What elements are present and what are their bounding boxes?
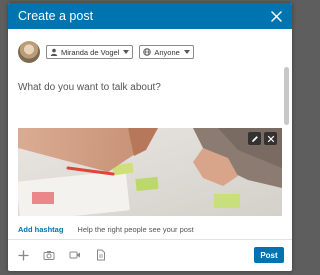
author-selector-label: Miranda de Vogel [61, 47, 120, 57]
close-icon[interactable] [268, 8, 284, 24]
edit-image-button[interactable] [248, 132, 261, 145]
attached-photo [18, 128, 282, 216]
hashtag-help-text: Help the right people see your post [77, 225, 194, 234]
divider [8, 239, 292, 240]
create-post-modal: Create a post Miranda de Vogel Anyone Wh… [8, 3, 292, 271]
document-icon[interactable] [94, 248, 108, 262]
modal-header: Create a post [8, 3, 292, 29]
poster-row: Miranda de Vogel Anyone [18, 39, 200, 65]
remove-image-button[interactable] [264, 132, 277, 145]
author-selector[interactable]: Miranda de Vogel [46, 45, 134, 59]
add-hashtag-link[interactable]: Add hashtag [18, 225, 63, 234]
avatar [18, 41, 40, 63]
pencil-icon [251, 135, 258, 142]
plus-icon[interactable] [16, 248, 30, 262]
person-icon [50, 48, 58, 56]
video-icon[interactable] [68, 248, 82, 262]
scrollbar[interactable] [284, 67, 289, 125]
post-button[interactable]: Post [254, 247, 284, 263]
visibility-selector-label: Anyone [154, 47, 180, 57]
attachment-toolbar [16, 247, 120, 263]
camera-icon[interactable] [42, 248, 56, 262]
post-text-input[interactable]: What do you want to talk about? [18, 81, 268, 95]
attached-image [18, 128, 282, 216]
close-icon [267, 135, 274, 142]
visibility-selector[interactable]: Anyone [139, 45, 194, 59]
modal-title: Create a post [18, 9, 94, 23]
hashtag-row: Add hashtag Help the right people see yo… [18, 225, 282, 234]
chevron-down-icon [183, 50, 190, 54]
chevron-down-icon [123, 50, 130, 54]
globe-icon [143, 48, 152, 56]
